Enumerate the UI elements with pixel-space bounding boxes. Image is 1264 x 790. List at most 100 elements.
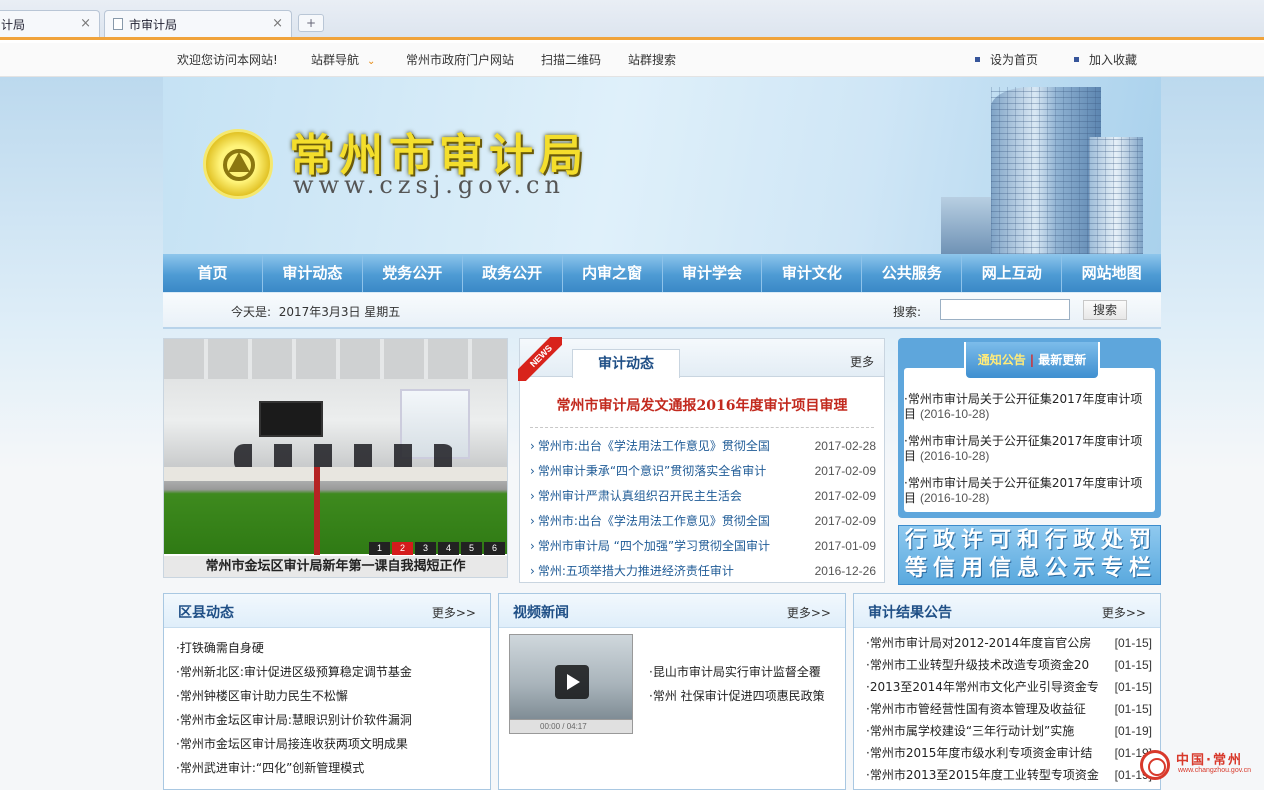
player-controls[interactable]: 00:00 / 04:17 <box>510 719 632 733</box>
list-item[interactable]: › 常州市:出台《学法用法工作意见》贯彻全国 2017-02-09 <box>530 509 876 534</box>
video-player[interactable]: 00:00 / 04:17 <box>509 634 633 734</box>
tab-separator: | <box>1029 353 1035 367</box>
notice-date: (2016-10-28) <box>920 407 990 421</box>
nav-home[interactable]: 首页 <box>163 254 263 292</box>
qr-code-link[interactable]: 扫描二维码 <box>541 51 601 68</box>
gov-portal-link[interactable]: 常州市政府门户网站 <box>406 51 514 68</box>
nav-public-service[interactable]: 公共服务 <box>862 254 963 292</box>
nav-interaction[interactable]: 网上互动 <box>962 254 1063 292</box>
slide-page-3[interactable]: 3 <box>415 542 436 555</box>
more-link[interactable]: 更多>> <box>432 604 476 621</box>
news-title[interactable]: 常州审计严肃认真组织召开民主生活会 <box>538 489 742 503</box>
site-nav-link[interactable]: 站群导航 ⌄ <box>311 51 375 68</box>
photo-slideshow[interactable]: 1 2 3 4 5 6 常州市金坛区审计局新年第一课自我揭短正作 <box>163 338 508 578</box>
browser-tab-1[interactable]: 计局 × <box>0 10 100 37</box>
tab-notices[interactable]: 通知公告 <box>978 353 1026 367</box>
slide-page-4[interactable]: 4 <box>438 542 459 555</box>
nav-audit-society[interactable]: 审计学会 <box>663 254 763 292</box>
tab-label: 市审计局 <box>129 18 178 32</box>
result-title[interactable]: ·常州市工业转型升级技术改造专项资金20 <box>866 658 1089 672</box>
set-home-label: 设为首页 <box>990 53 1039 67</box>
list-item[interactable]: ·常州市市管经营性国有资本管理及收益征 [01-15] <box>866 698 1156 720</box>
list-item[interactable]: › 常州审计严肃认真组织召开民主生活会 2017-02-09 <box>530 484 876 509</box>
result-title[interactable]: ·常州市市管经营性国有资本管理及收益征 <box>866 702 1086 716</box>
browser-tab-2[interactable]: 市审计局 × <box>104 10 292 37</box>
nav-audit-culture[interactable]: 审计文化 <box>762 254 863 292</box>
nav-government-affairs[interactable]: 政务公开 <box>463 254 563 292</box>
set-home-link[interactable]: 设为首页 <box>975 51 1038 68</box>
more-link[interactable]: 更多>> <box>1102 604 1146 621</box>
list-item[interactable]: ·常州市属学校建设“三年行动计划”实施 [01-19] <box>866 720 1156 742</box>
news-more-link[interactable]: 更多 <box>850 353 874 370</box>
divider <box>530 427 874 428</box>
page-icon <box>113 18 123 30</box>
new-tab-button[interactable]: + <box>298 14 324 32</box>
news-headline[interactable]: 常州市审计局发文通报2016年度审计项目审理 <box>520 395 884 415</box>
search-button[interactable]: 搜索 <box>1083 300 1127 320</box>
list-item[interactable]: ·常州市金坛区审计局接连收获两项文明成果 <box>176 732 412 756</box>
list-item[interactable]: ·昆山市审计局实行审计监督全覆 <box>649 660 825 684</box>
news-date: 2017-01-09 <box>814 539 876 553</box>
tab-latest-updates[interactable]: 最新更新 <box>1038 353 1086 367</box>
slide-page-1[interactable]: 1 <box>369 542 390 555</box>
panel-title: 视频新闻 <box>513 605 569 621</box>
site-banner: 常州市审计局 www.czsj.gov.cn <box>163 77 1161 254</box>
close-icon[interactable]: × <box>80 16 91 31</box>
video-news-list: ·昆山市审计局实行审计监督全覆 ·常州 社保审计促进四项惠民政策 <box>649 660 825 708</box>
nav-audit-news[interactable]: 审计动态 <box>263 254 363 292</box>
news-title[interactable]: 常州市:出台《学法用法工作意见》贯彻全国 <box>538 514 770 528</box>
list-item[interactable]: ·常州市2013至2015年度工业转型专项资金 [01-19] <box>866 764 1156 786</box>
list-item[interactable]: ·常州市审计局关于公开征集2017年度审计项目 (2016-10-28) <box>904 392 1144 422</box>
list-item[interactable]: ·常州市审计局对2012-2014年度盲官公房 [01-15] <box>866 632 1156 654</box>
list-item[interactable]: ·2013至2014年常州市文化产业引导资金专 [01-15] <box>866 676 1156 698</box>
china-changzhou-logo[interactable]: 中国·常州 www.changzhou.gov.cn <box>1140 748 1262 784</box>
play-icon[interactable] <box>555 665 589 699</box>
list-item[interactable]: ·常州市2015年度市级水利专项资金审计结 [01-19] <box>866 742 1156 764</box>
slide-caption[interactable]: 常州市金坛区审计局新年第一课自我揭短正作 <box>164 556 507 577</box>
result-title[interactable]: ·常州市审计局对2012-2014年度盲官公房 <box>866 636 1091 650</box>
slide-page-5[interactable]: 5 <box>461 542 482 555</box>
news-title[interactable]: 常州审计秉承“四个意识”贯彻落实全省审计 <box>538 464 766 478</box>
list-item[interactable]: › 常州市审计局 “四个加强”学习贯彻全国审计 2017-01-09 <box>530 534 876 559</box>
list-item[interactable]: ·常州市审计局关于公开征集2017年度审计项目 (2016-10-28) <box>904 476 1144 506</box>
site-search-link[interactable]: 站群搜索 <box>628 51 676 68</box>
more-link[interactable]: 更多>> <box>787 604 831 621</box>
tab-audit-news[interactable]: 审计动态 <box>572 349 680 378</box>
slide-page-6[interactable]: 6 <box>484 542 505 555</box>
nav-sitemap[interactable]: 网站地图 <box>1062 254 1161 292</box>
result-title[interactable]: ·2013至2014年常州市文化产业引导资金专 <box>866 680 1099 694</box>
notice-tabs: 通知公告 | 最新更新 <box>964 342 1100 380</box>
list-item[interactable]: ·常州市审计局关于公开征集2017年度审计项目 (2016-10-28) <box>904 434 1144 464</box>
result-title[interactable]: ·常州市2015年度市级水利专项资金审计结 <box>866 746 1092 760</box>
add-favorite-link[interactable]: 加入收藏 <box>1074 51 1137 68</box>
browser-tab-strip: 计局 × 市审计局 × + <box>0 0 1264 40</box>
result-title[interactable]: ·常州市属学校建设“三年行动计划”实施 <box>866 724 1074 738</box>
search-input[interactable] <box>940 299 1070 320</box>
arrow-icon: › <box>530 539 535 553</box>
list-item[interactable]: › 常州审计秉承“四个意识”贯彻落实全省审计 2017-02-09 <box>530 459 876 484</box>
promo-line-1: 行政许可和行政处罚 <box>905 527 1158 553</box>
news-title[interactable]: 常州市:出台《学法用法工作意见》贯彻全国 <box>538 439 770 453</box>
date-label: 今天是: <box>231 305 272 319</box>
list-item[interactable]: › 常州市:出台《学法用法工作意见》贯彻全国 2017-02-28 <box>530 434 876 459</box>
panel-title: 区县动态 <box>178 605 234 621</box>
news-title[interactable]: 常州:五项举措大力推进经济责任审计 <box>538 564 734 578</box>
nav-internal-audit[interactable]: 内审之窗 <box>563 254 663 292</box>
list-item[interactable]: › 常州:五项举措大力推进经济责任审计 2016-12-26 <box>530 559 876 584</box>
panel-header: 审计结果公告 更多>> <box>854 594 1160 628</box>
list-item[interactable]: ·常州市工业转型升级技术改造专项资金20 [01-15] <box>866 654 1156 676</box>
close-icon[interactable]: × <box>272 16 283 31</box>
list-item[interactable]: ·打铁确需自身硬 <box>176 636 412 660</box>
list-item[interactable]: ·常州武进审计:“四化”创新管理模式 <box>176 756 412 780</box>
nav-party-affairs[interactable]: 党务公开 <box>363 254 463 292</box>
list-item[interactable]: ·常州钟楼区审计助力民生不松懈 <box>176 684 412 708</box>
arrow-icon: › <box>530 514 535 528</box>
credit-info-banner[interactable]: 行政许可和行政处罚 等信用信息公示专栏 <box>898 525 1161 585</box>
list-item[interactable]: ·常州市金坛区审计局:慧眼识别计价软件漏洞 <box>176 708 412 732</box>
result-title[interactable]: ·常州市2013至2015年度工业转型专项资金 <box>866 768 1099 782</box>
audit-news-box: 审计动态 更多 NEWS 常州市审计局发文通报2016年度审计项目审理 › 常州市… <box>518 337 885 584</box>
news-title[interactable]: 常州市审计局 “四个加强”学习贯彻全国审计 <box>538 539 770 553</box>
list-item[interactable]: ·常州 社保审计促进四项惠民政策 <box>649 684 825 708</box>
slide-page-2[interactable]: 2 <box>392 542 413 555</box>
list-item[interactable]: ·常州新北区:审计促进区级预算稳定调节基金 <box>176 660 412 684</box>
